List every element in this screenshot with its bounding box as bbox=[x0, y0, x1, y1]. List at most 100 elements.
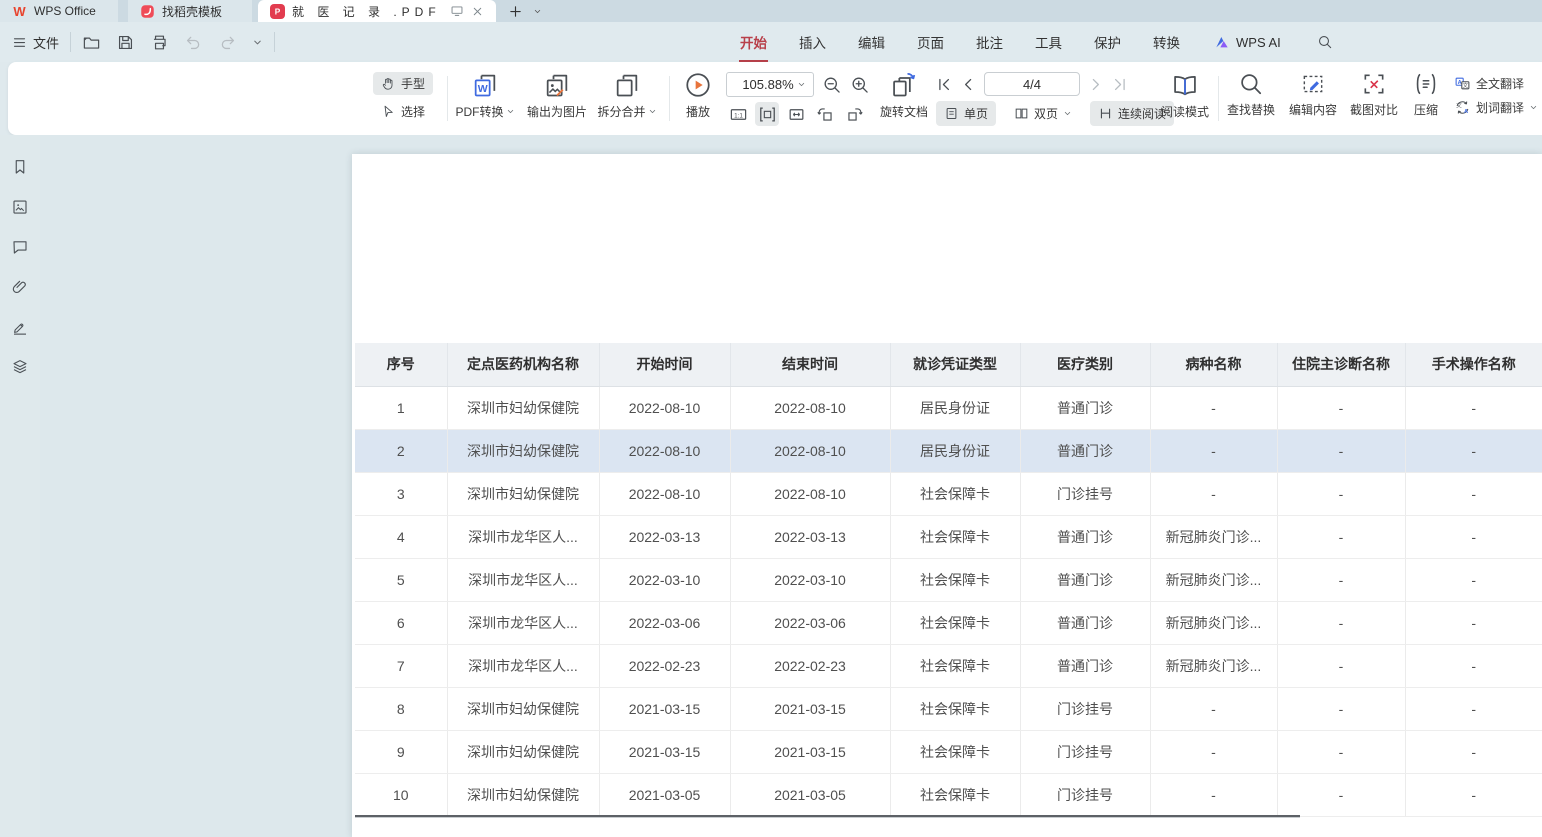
fit-width-button[interactable] bbox=[755, 102, 779, 126]
open-file-icon[interactable] bbox=[82, 33, 101, 52]
page-number-input[interactable]: 4/4 bbox=[984, 72, 1080, 96]
select-tool-button[interactable]: 选择 bbox=[373, 100, 433, 123]
search-icon[interactable] bbox=[1317, 34, 1333, 50]
column-header: 就诊凭证类型 bbox=[890, 343, 1020, 386]
pdf-table: 序号定点医药机构名称开始时间结束时间就诊凭证类型医疗类别病种名称住院主诊断名称手… bbox=[355, 343, 1542, 817]
full-translate-button[interactable]: 全文翻译 bbox=[1454, 75, 1538, 92]
bookmark-icon[interactable] bbox=[11, 158, 29, 176]
table-cell: - bbox=[1150, 386, 1277, 429]
play-button[interactable]: 播放 bbox=[676, 71, 720, 120]
read-mode-button[interactable]: 阅读模式 bbox=[1156, 71, 1214, 120]
tab-convert[interactable]: 转换 bbox=[1151, 20, 1182, 64]
table-cell: 居民身份证 bbox=[890, 386, 1020, 429]
single-page-button[interactable]: 单页 bbox=[936, 101, 996, 126]
tab-page[interactable]: 页面 bbox=[915, 20, 946, 64]
redo-icon[interactable] bbox=[218, 33, 237, 52]
table-cell: 2021-03-15 bbox=[599, 730, 730, 773]
comment-icon[interactable] bbox=[11, 238, 29, 256]
file-menu-button[interactable]: 文件 bbox=[12, 33, 59, 52]
new-tab-button[interactable] bbox=[508, 4, 523, 19]
edit-content-button[interactable]: 编辑内容 bbox=[1284, 71, 1342, 118]
play-icon bbox=[684, 71, 712, 99]
tab-document-pdf[interactable]: P 就 医 记 录 .PDF bbox=[258, 0, 496, 22]
export-image-label: 输出为图片 bbox=[527, 103, 587, 120]
first-page-icon[interactable] bbox=[936, 76, 953, 93]
table-cell: 社会保障卡 bbox=[890, 644, 1020, 687]
read-mode-icon bbox=[1171, 71, 1199, 99]
word-translate-button[interactable]: 划词翻译 bbox=[1454, 99, 1538, 116]
pdf-convert-label: PDF转换 bbox=[455, 103, 503, 120]
layers-icon[interactable] bbox=[11, 358, 29, 376]
document-canvas[interactable]: 序号定点医药机构名称开始时间结束时间就诊凭证类型医疗类别病种名称住院主诊断名称手… bbox=[40, 135, 1542, 837]
tab-protect[interactable]: 保护 bbox=[1092, 20, 1123, 64]
table-cell: 2021-03-15 bbox=[599, 687, 730, 730]
continuous-read-icon bbox=[1098, 106, 1113, 121]
double-page-button[interactable]: 双页 bbox=[1006, 101, 1080, 126]
wps-ai-button[interactable]: WPS AI bbox=[1214, 34, 1281, 50]
signature-icon[interactable] bbox=[11, 318, 29, 336]
separator bbox=[274, 32, 275, 52]
read-mode-label: 阅读模式 bbox=[1161, 103, 1209, 120]
compress-button[interactable]: 压缩 bbox=[1406, 71, 1446, 118]
zoom-out-icon[interactable] bbox=[822, 75, 842, 95]
zoom-select[interactable]: 105.88% bbox=[726, 72, 814, 97]
thumbnails-icon[interactable] bbox=[11, 198, 29, 216]
table-cell: - bbox=[1277, 644, 1405, 687]
zoom-in-icon[interactable] bbox=[850, 75, 870, 95]
tab-comment[interactable]: 批注 bbox=[974, 20, 1005, 64]
more-actions-chevron-icon[interactable] bbox=[252, 37, 263, 48]
rotate-left-button[interactable] bbox=[813, 102, 837, 126]
last-page-icon[interactable] bbox=[1111, 76, 1128, 93]
table-row: 9深圳市妇幼保健院2021-03-152021-03-15社会保障卡门诊挂号--… bbox=[355, 730, 1542, 773]
hand-tool-button[interactable]: 手型 bbox=[373, 72, 433, 95]
table-cell: 普通门诊 bbox=[1020, 515, 1150, 558]
previous-page-icon[interactable] bbox=[960, 76, 977, 93]
table-cell: 1 bbox=[355, 386, 447, 429]
table-cell: 5 bbox=[355, 558, 447, 601]
screenshot-compare-button[interactable]: 截图对比 bbox=[1345, 71, 1403, 118]
tab-insert[interactable]: 插入 bbox=[797, 20, 828, 64]
table-row: 8深圳市妇幼保健院2021-03-152021-03-15社会保障卡门诊挂号--… bbox=[355, 687, 1542, 730]
table-row: 2深圳市妇幼保健院2022-08-102022-08-10居民身份证普通门诊--… bbox=[355, 429, 1542, 472]
table-cell: 社会保障卡 bbox=[890, 687, 1020, 730]
rotate-document-label: 旋转文档 bbox=[880, 103, 928, 120]
rotate-right-button[interactable] bbox=[842, 102, 866, 126]
table-cell: 2022-08-10 bbox=[599, 472, 730, 515]
separator bbox=[669, 76, 670, 121]
print-icon[interactable] bbox=[150, 33, 169, 52]
table-cell: 8 bbox=[355, 687, 447, 730]
split-merge-label: 拆分合并 bbox=[597, 103, 645, 120]
table-cell: 新冠肺炎门诊... bbox=[1150, 644, 1277, 687]
tab-wps-office[interactable]: W WPS Office bbox=[0, 0, 118, 22]
find-replace-button[interactable]: 查找替换 bbox=[1222, 71, 1280, 118]
table-cell: 社会保障卡 bbox=[890, 472, 1020, 515]
table-cell: 新冠肺炎门诊... bbox=[1150, 558, 1277, 601]
tab-tools[interactable]: 工具 bbox=[1033, 20, 1064, 64]
actual-size-button[interactable]: 1:1 bbox=[726, 102, 750, 126]
table-cell: 深圳市妇幼保健院 bbox=[447, 687, 599, 730]
split-merge-button[interactable]: 拆分合并 bbox=[590, 71, 664, 120]
export-image-button[interactable]: 输出为图片 bbox=[520, 71, 594, 120]
page-indicator: 4/4 bbox=[1023, 77, 1041, 92]
monitor-icon[interactable] bbox=[450, 4, 464, 18]
table-bottom-border bbox=[355, 815, 1300, 818]
fit-page-icon bbox=[787, 105, 806, 124]
table-cell: 社会保障卡 bbox=[890, 515, 1020, 558]
tab-home[interactable]: 开始 bbox=[738, 20, 769, 64]
table-cell: 普通门诊 bbox=[1020, 644, 1150, 687]
table-row: 7深圳市龙华区人...2022-02-232022-02-23社会保障卡普通门诊… bbox=[355, 644, 1542, 687]
tab-edit[interactable]: 编辑 bbox=[856, 20, 887, 64]
tab-list-chevron-icon[interactable] bbox=[533, 7, 542, 16]
close-icon[interactable] bbox=[471, 5, 484, 18]
select-tool-label: 选择 bbox=[401, 103, 425, 120]
table-cell: - bbox=[1405, 644, 1542, 687]
attachment-icon[interactable] bbox=[11, 278, 29, 296]
tab-docer-templates[interactable]: 找稻壳模板 bbox=[128, 0, 252, 22]
fit-page-button[interactable] bbox=[784, 102, 808, 126]
pdf-convert-button[interactable]: PDF转换 bbox=[452, 71, 518, 120]
pdf-badge-icon: P bbox=[270, 4, 285, 19]
undo-icon[interactable] bbox=[184, 33, 203, 52]
save-icon[interactable] bbox=[116, 33, 135, 52]
rotate-document-button[interactable]: 旋转文档 bbox=[874, 71, 934, 120]
next-page-icon[interactable] bbox=[1087, 76, 1104, 93]
